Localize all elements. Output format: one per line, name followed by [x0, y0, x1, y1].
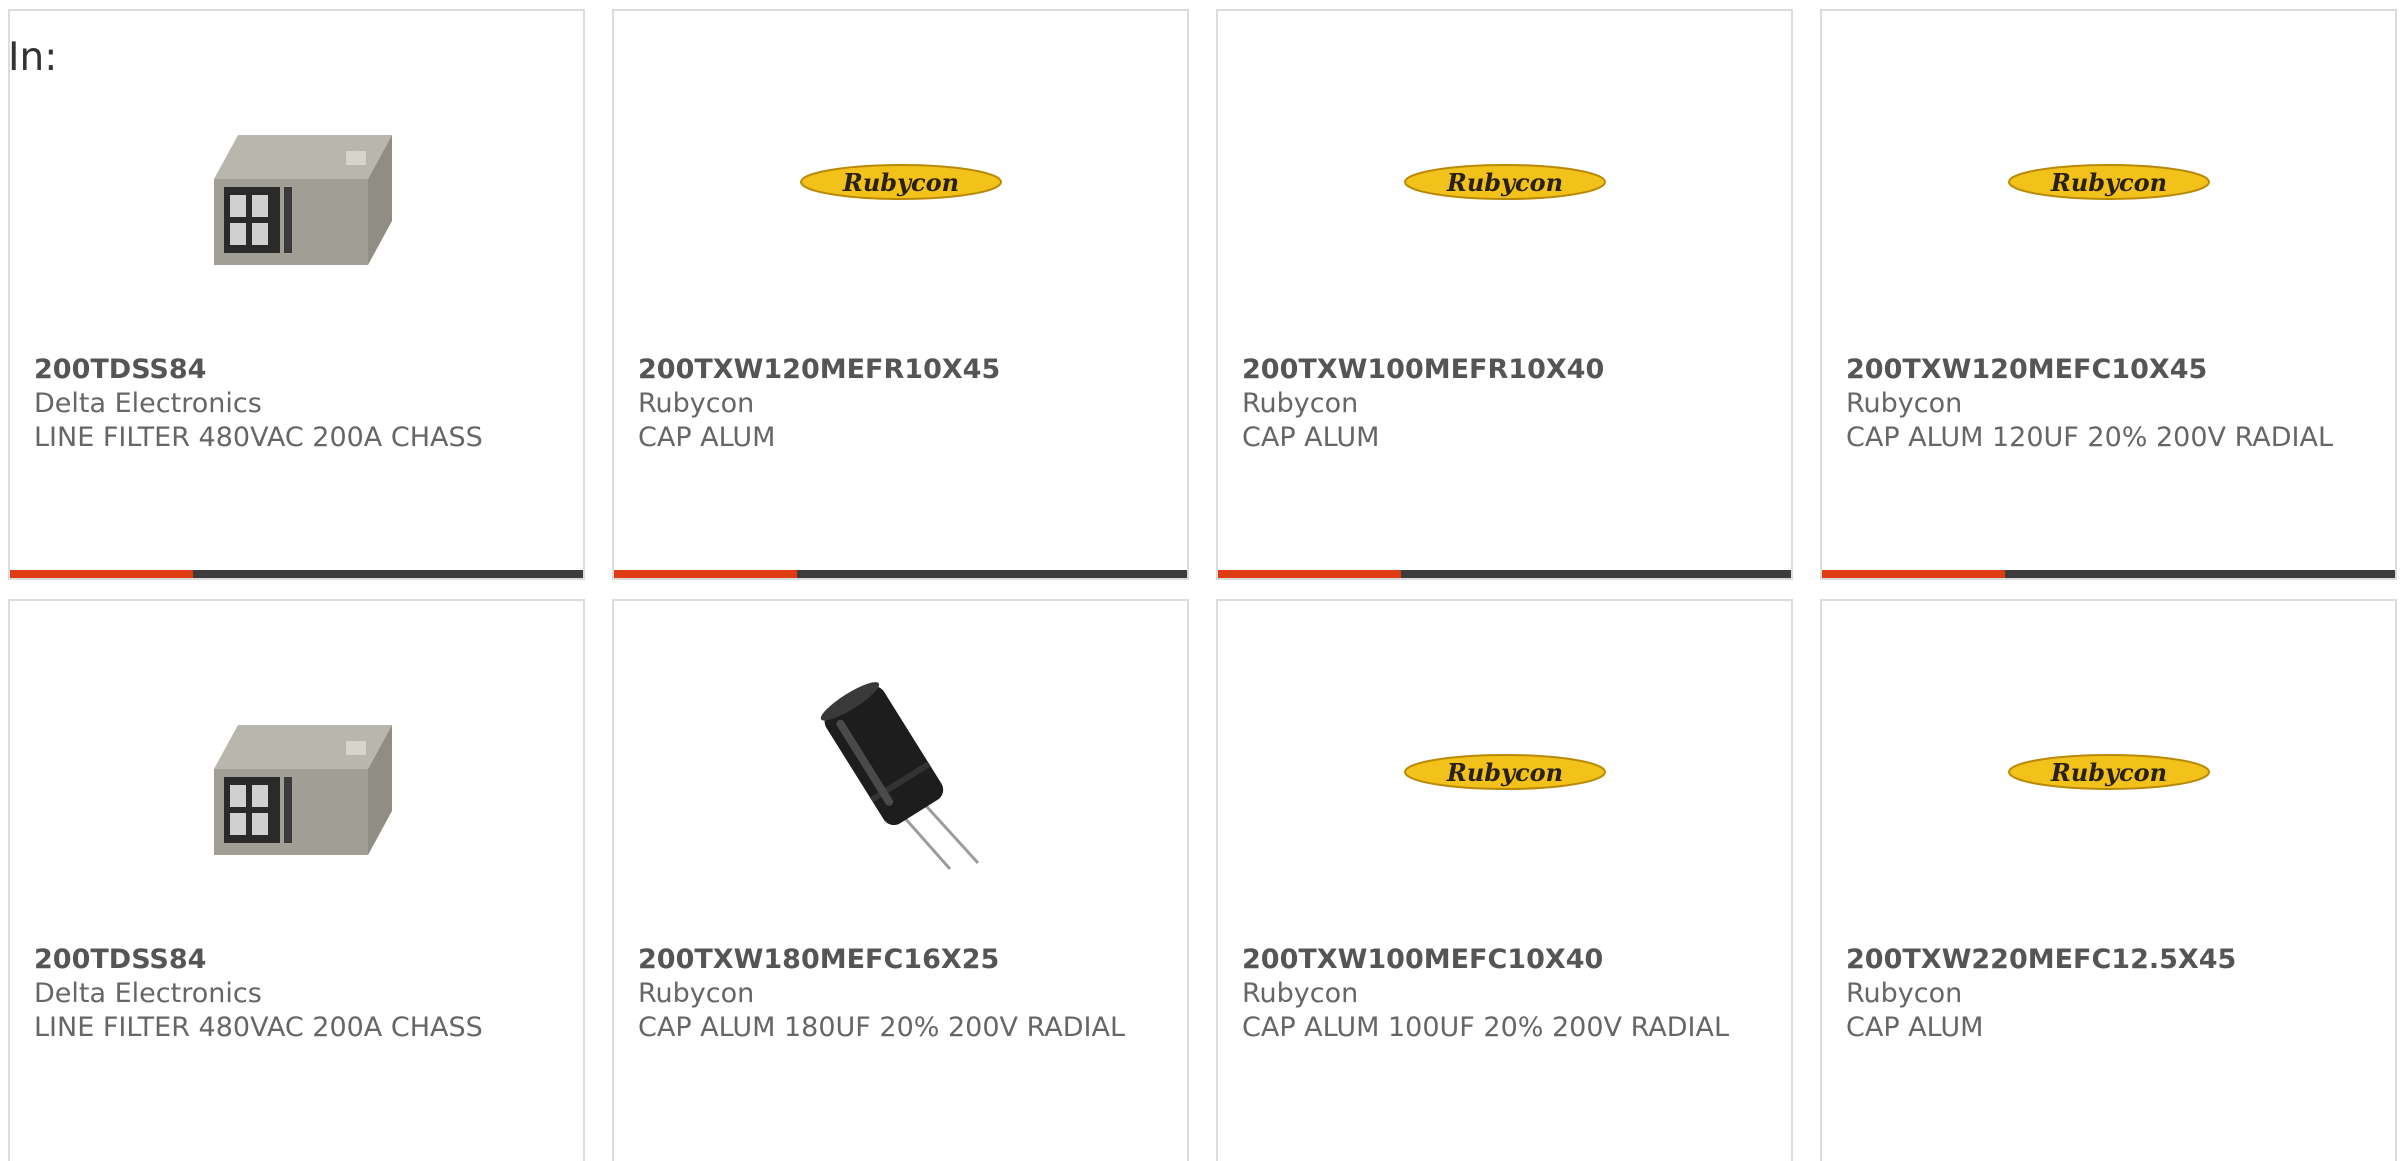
- product-description: CAP ALUM 120UF 20% 200V RADIAL: [1846, 422, 2333, 453]
- manufacturer: Delta Electronics: [34, 388, 262, 419]
- logo-text: Rubycon: [1446, 758, 1563, 787]
- part-number-link[interactable]: 200TXW100MEFR10X40: [1242, 353, 1767, 387]
- logo-text: Rubycon: [842, 168, 959, 197]
- manufacturer: Rubycon: [1846, 978, 1963, 1009]
- progress-fill: [1218, 570, 1402, 578]
- rubycon-logo: Rubycon: [2008, 81, 2210, 283]
- rubycon-logo: Rubycon: [1404, 81, 1606, 283]
- product-info: 200TXW180MEFC16X25 Rubycon CAP ALUM 180U…: [638, 943, 1163, 1045]
- manufacturer: Delta Electronics: [34, 978, 262, 1009]
- rubycon-logo: Rubycon: [1404, 671, 1606, 873]
- rubycon-logo: Rubycon: [800, 81, 1002, 283]
- product-info: 200TXW120MEFC10X45 Rubycon CAP ALUM 120U…: [1846, 353, 2371, 455]
- logo-text: Rubycon: [2050, 168, 2167, 197]
- progress-bar: [614, 570, 1187, 578]
- logo-text: Rubycon: [1446, 168, 1563, 197]
- progress-bar: [1822, 570, 2395, 578]
- progress-fill: [614, 570, 798, 578]
- line-filter-image: [196, 81, 398, 283]
- logo-text: Rubycon: [2050, 758, 2167, 787]
- product-description: LINE FILTER 480VAC 200A CHASS: [34, 422, 483, 453]
- part-number-link[interactable]: 200TDSS84: [34, 943, 559, 977]
- part-number-link[interactable]: 200TXW120MEFR10X45: [638, 353, 1163, 387]
- part-number-link[interactable]: 200TXW180MEFC16X25: [638, 943, 1163, 977]
- product-card[interactable]: 200TDSS84 Delta Electronics LINE FILTER …: [8, 599, 585, 1161]
- product-description: CAP ALUM: [638, 422, 776, 453]
- product-info: 200TXW120MEFR10X45 Rubycon CAP ALUM: [638, 353, 1163, 455]
- product-info: 200TXW220MEFC12.5X45 Rubycon CAP ALUM: [1846, 943, 2371, 1045]
- product-card[interactable]: Rubycon 200TXW220MEFC12.5X45 Rubycon CAP…: [1820, 599, 2397, 1161]
- product-description: CAP ALUM 180UF 20% 200V RADIAL: [638, 1012, 1125, 1043]
- manufacturer: Rubycon: [1846, 388, 1963, 419]
- manufacturer: Rubycon: [1242, 388, 1359, 419]
- part-number-link[interactable]: 200TDSS84: [34, 353, 559, 387]
- progress-fill: [10, 570, 194, 578]
- part-number-link[interactable]: 200TXW120MEFC10X45: [1846, 353, 2371, 387]
- line-filter-image: [196, 671, 398, 873]
- product-info: 200TXW100MEFC10X40 Rubycon CAP ALUM 100U…: [1242, 943, 1767, 1045]
- product-card[interactable]: 200TXW180MEFC16X25 Rubycon CAP ALUM 180U…: [612, 599, 1189, 1161]
- part-number-link[interactable]: 200TXW100MEFC10X40: [1242, 943, 1767, 977]
- product-card[interactable]: Rubycon 200TXW100MEFC10X40 Rubycon CAP A…: [1216, 599, 1793, 1161]
- in-label: In:: [8, 35, 58, 80]
- manufacturer: Rubycon: [638, 388, 755, 419]
- product-description: CAP ALUM: [1242, 422, 1380, 453]
- progress-bar: [10, 570, 583, 578]
- product-description: CAP ALUM: [1846, 1012, 1984, 1043]
- product-info: 200TDSS84 Delta Electronics LINE FILTER …: [34, 943, 559, 1045]
- capacitor-image: [800, 671, 1002, 873]
- product-description: CAP ALUM 100UF 20% 200V RADIAL: [1242, 1012, 1729, 1043]
- progress-bar: [1218, 570, 1791, 578]
- product-card[interactable]: Rubycon 200TXW100MEFR10X40 Rubycon CAP A…: [1216, 9, 1793, 580]
- manufacturer: Rubycon: [638, 978, 755, 1009]
- product-info: 200TDSS84 Delta Electronics LINE FILTER …: [34, 353, 559, 455]
- product-card[interactable]: Rubycon 200TXW120MEFC10X45 Rubycon CAP A…: [1820, 9, 2397, 580]
- part-number-link[interactable]: 200TXW220MEFC12.5X45: [1846, 943, 2371, 977]
- manufacturer: Rubycon: [1242, 978, 1359, 1009]
- product-card[interactable]: 200TDSS84 Delta Electronics LINE FILTER …: [8, 9, 585, 580]
- rubycon-logo: Rubycon: [2008, 671, 2210, 873]
- progress-fill: [1822, 570, 2006, 578]
- product-card[interactable]: Rubycon 200TXW120MEFR10X45 Rubycon CAP A…: [612, 9, 1189, 580]
- product-info: 200TXW100MEFR10X40 Rubycon CAP ALUM: [1242, 353, 1767, 455]
- product-grid-page: In: 200TDSS84 Delta Electronics LINE FIL…: [0, 0, 2400, 1161]
- product-description: LINE FILTER 480VAC 200A CHASS: [34, 1012, 483, 1043]
